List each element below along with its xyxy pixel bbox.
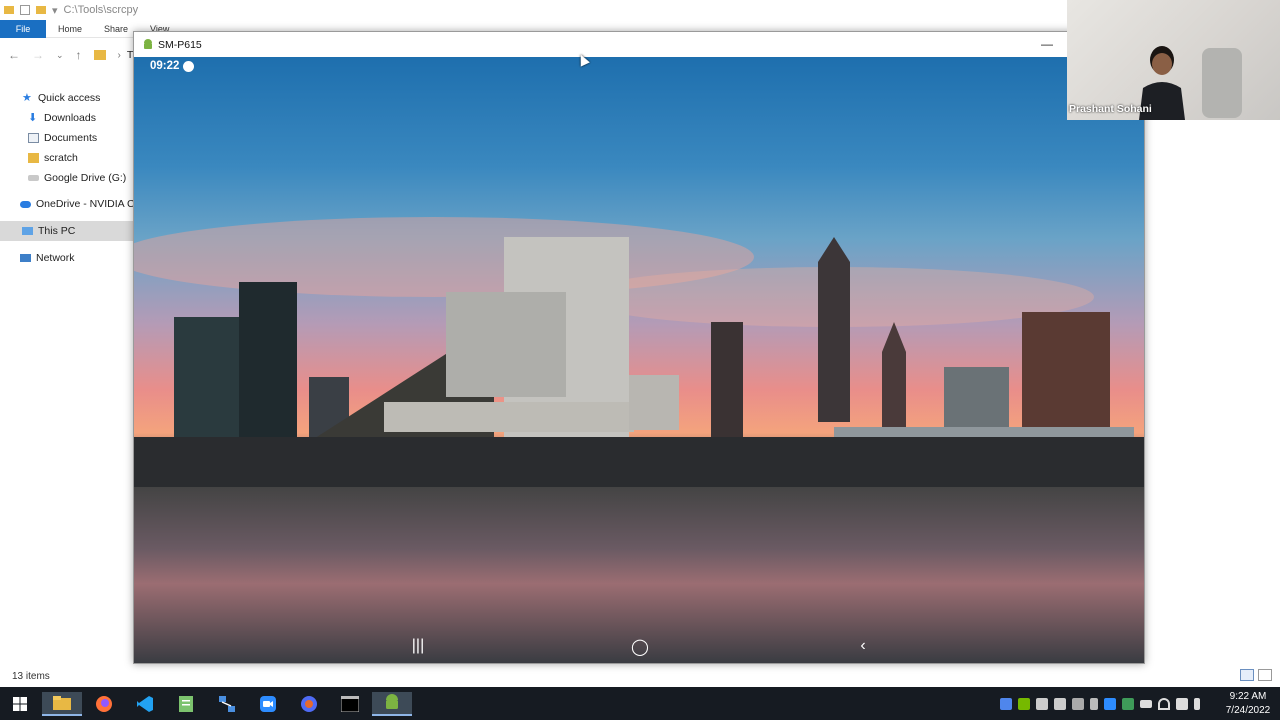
folder-icon <box>28 153 39 163</box>
scrcpy-titlebar[interactable]: SM-P615 <box>134 32 1144 57</box>
tray-icon[interactable] <box>1054 697 1066 710</box>
document-icon <box>28 133 39 143</box>
large-icons-view-icon[interactable] <box>1258 669 1272 681</box>
nav-label: This PC <box>38 225 76 237</box>
nav-label: OneDrive - NVIDIA Co <box>36 198 134 210</box>
taskbar-clock[interactable]: 9:22 AM 7/24/2022 <box>1220 690 1276 718</box>
nav-quick-access[interactable]: ★ Quick access <box>0 88 134 108</box>
nav-label: Quick access <box>38 92 101 104</box>
notepad-icon[interactable] <box>166 692 206 716</box>
background-figure <box>1202 48 1242 118</box>
video-participant-tile[interactable]: Prashant Sohani <box>1067 0 1280 120</box>
system-tray <box>1000 687 1220 720</box>
terminal-icon[interactable] <box>330 692 370 716</box>
nav-documents[interactable]: Documents <box>0 128 134 148</box>
tab-share[interactable]: Share <box>104 20 128 38</box>
zoom-icon[interactable] <box>248 692 288 716</box>
tray-icon[interactable] <box>1072 697 1084 710</box>
taskbar: 9:22 AM 7/24/2022 <box>0 687 1280 720</box>
breadcrumb-chevron-icon: › <box>117 49 121 61</box>
back-arrow-icon[interactable]: ← <box>8 48 20 62</box>
browser-icon[interactable] <box>289 692 329 716</box>
download-icon: ⬇ <box>28 112 38 124</box>
new-folder-icon[interactable] <box>36 6 46 14</box>
clock-date: 7/24/2022 <box>1225 705 1271 716</box>
scrcpy-window[interactable]: SM-P615 — 09:22 ||| ◯ ‹ <box>133 31 1145 664</box>
app-tray-icon[interactable] <box>1036 697 1048 710</box>
folder-icon <box>4 6 14 14</box>
device-status-bar: 09:22 <box>150 60 195 72</box>
zoom-tray-icon[interactable] <box>1104 697 1116 710</box>
volume-icon[interactable] <box>1176 697 1188 710</box>
nav-label: Documents <box>44 132 98 144</box>
forward-arrow-icon[interactable]: → <box>32 48 44 62</box>
security-icon[interactable] <box>1122 697 1134 710</box>
network-app-icon[interactable] <box>207 692 247 716</box>
google-drive-icon[interactable] <box>1000 697 1012 710</box>
nav-network[interactable]: Network <box>0 248 134 268</box>
view-toggle <box>1240 669 1272 681</box>
nav-this-pc[interactable]: This PC <box>0 221 134 241</box>
network-icon <box>20 254 31 262</box>
participant-name: Prashant Sohani <box>1069 103 1152 115</box>
nav-recents-button[interactable]: ||| <box>408 637 428 655</box>
status-item-count: 13 items <box>12 671 50 682</box>
navigation-pane: ★ Quick access ⬇ Downloads Documents scr… <box>0 86 134 286</box>
minimize-button[interactable]: — <box>1039 36 1055 52</box>
firefox-icon[interactable] <box>84 692 124 716</box>
nav-google-drive[interactable]: Google Drive (G:) <box>0 168 134 188</box>
vscode-icon[interactable] <box>125 692 165 716</box>
cloud-icon <box>20 200 31 208</box>
window-title: SM-P615 <box>158 38 202 51</box>
tab-home[interactable]: Home <box>58 20 82 38</box>
status-clock: 09:22 <box>150 60 180 72</box>
android-icon <box>144 38 152 49</box>
recent-locations-icon[interactable]: ⌄ <box>56 50 64 61</box>
star-icon: ★ <box>22 92 32 104</box>
wifi-icon[interactable] <box>1158 697 1170 710</box>
drive-icon <box>28 175 39 181</box>
device-screen[interactable]: 09:22 ||| ◯ ‹ <box>134 57 1144 663</box>
up-arrow-icon[interactable]: ↑ <box>76 48 82 62</box>
nav-label: scratch <box>44 152 78 164</box>
quick-access-dropdown-icon[interactable]: ▾ <box>52 4 58 17</box>
tab-file[interactable]: File <box>0 20 46 38</box>
file-explorer-icon[interactable] <box>42 692 82 716</box>
breadcrumb-folder-icon <box>93 50 106 60</box>
nav-home-button[interactable]: ◯ <box>630 637 650 657</box>
windows-start-icon[interactable] <box>0 692 40 716</box>
nav-scratch[interactable]: scratch <box>0 148 134 168</box>
computer-icon <box>22 227 33 235</box>
android-icon[interactable] <box>372 692 412 716</box>
nav-label: Downloads <box>44 112 96 124</box>
clock-time: 9:22 AM <box>1229 691 1267 702</box>
title-path: C:\Tools\scrcpy <box>63 4 139 16</box>
battery-icon[interactable] <box>1140 699 1152 708</box>
details-view-icon[interactable] <box>1240 669 1254 681</box>
nav-downloads[interactable]: ⬇ Downloads <box>0 108 134 128</box>
nav-label: Network <box>36 252 75 264</box>
microphone-icon[interactable] <box>1194 697 1200 710</box>
phone-icon[interactable] <box>1090 697 1098 710</box>
nav-label: Google Drive (G:) <box>44 172 127 184</box>
nav-back-button[interactable]: ‹ <box>853 637 873 655</box>
properties-icon[interactable] <box>20 5 30 15</box>
nav-onedrive[interactable]: OneDrive - NVIDIA Co <box>0 194 134 214</box>
nvidia-icon[interactable] <box>1018 697 1030 710</box>
sync-status-icon <box>183 60 195 72</box>
